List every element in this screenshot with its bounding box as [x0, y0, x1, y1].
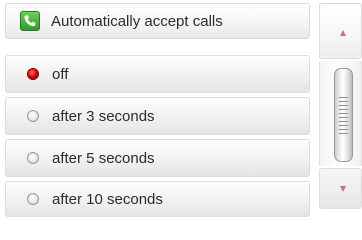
- options-list: Automatically accept calls off after 3 s…: [5, 3, 310, 217]
- header-row: Automatically accept calls: [5, 3, 310, 39]
- scroll-thumb[interactable]: [334, 68, 353, 162]
- option-label: after 10 seconds: [52, 190, 163, 208]
- option-label: after 5 seconds: [52, 149, 155, 167]
- phone-icon: [20, 11, 40, 31]
- scroll-down-button[interactable]: [319, 168, 362, 209]
- arrow-down-icon: [340, 186, 346, 192]
- option-after-10-seconds[interactable]: after 10 seconds: [5, 181, 310, 217]
- scroll-up-button[interactable]: [319, 3, 362, 59]
- option-label: off: [52, 65, 69, 83]
- radio-unselected-icon: [27, 193, 39, 205]
- radio-selected-icon: [27, 68, 39, 80]
- arrow-up-icon: [340, 30, 346, 36]
- settings-screen: Automatically accept calls off after 3 s…: [0, 0, 362, 217]
- radio-unselected-icon: [27, 110, 39, 122]
- option-label: after 3 seconds: [52, 107, 155, 125]
- option-off[interactable]: off: [5, 55, 310, 93]
- option-after-5-seconds[interactable]: after 5 seconds: [5, 139, 310, 177]
- radio-unselected-icon: [27, 152, 39, 164]
- header-title: Automatically accept calls: [51, 12, 223, 30]
- option-after-3-seconds[interactable]: after 3 seconds: [5, 97, 310, 135]
